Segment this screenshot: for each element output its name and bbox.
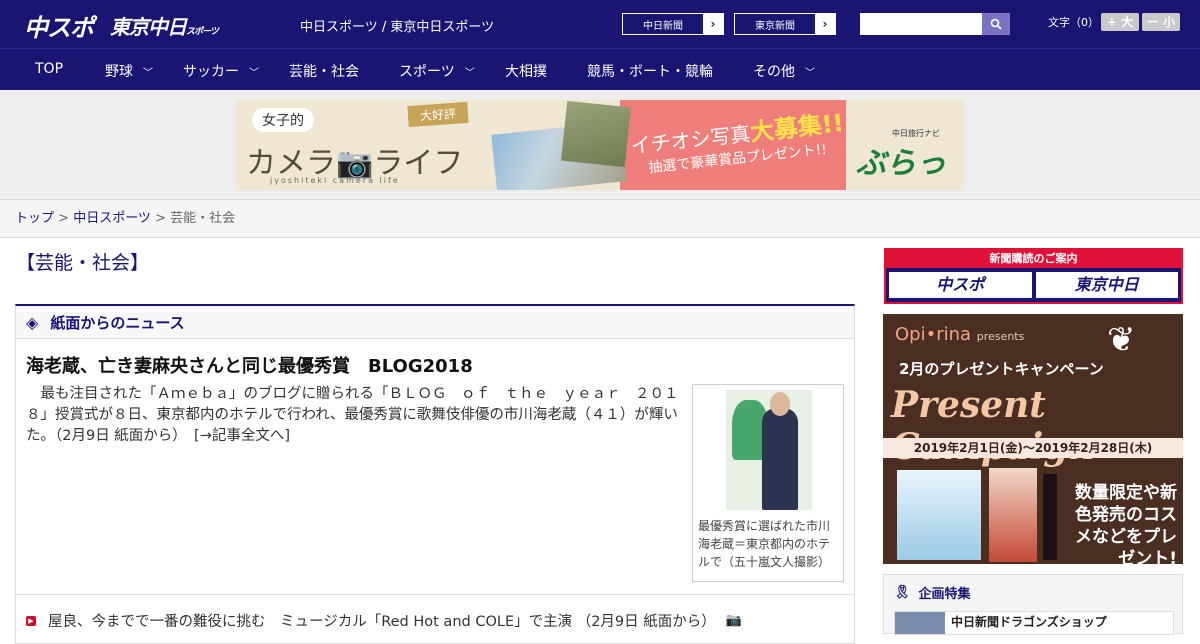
chunichi-shimbun-link[interactable]: 中日新聞 › <box>622 13 724 35</box>
nav-item-racing[interactable]: 競馬・ボート・競輪 <box>587 61 713 81</box>
news-box: ◈ 紙面からのニュース 海老蔵、亡き妻麻央さんと同じ最優秀賞 BLOG2018 … <box>15 304 855 644</box>
banner-brand-logo: ぶらっ人 <box>856 146 946 181</box>
nav-item-label: スポーツ <box>399 64 455 80</box>
subscribe-chunichi-sports-button[interactable]: 中スポ <box>889 272 1032 298</box>
page-title: 【芸能・社会】 <box>16 252 150 274</box>
breadcrumb-top-link[interactable]: トップ <box>15 211 54 226</box>
ad-campaign-line: 2月のプレゼントキャンペーン <box>899 360 1104 378</box>
site-name[interactable]: 中日スポーツ / 東京中日スポーツ <box>300 16 494 35</box>
ext-link-label: 東京新聞 <box>755 20 795 32</box>
site-header: 中スポ 東京中日スポーツ 中日スポーツ / 東京中日スポーツ 中日新聞 › 東京… <box>0 0 1200 48</box>
subscribe-tokyo-chunichi-button[interactable]: 東京中日 <box>1035 272 1178 298</box>
banner-area: 女子的 大好評 カメラ📷ライフ jyoshiteki camera life イ… <box>0 90 1200 200</box>
font-larger-button[interactable]: + 大 <box>1101 13 1139 31</box>
article-headline[interactable]: 海老蔵、亡き妻麻央さんと同じ最優秀賞 BLOG2018 <box>26 352 473 378</box>
nav-item-top[interactable]: TOP <box>35 61 63 77</box>
photo-person <box>762 408 798 510</box>
ad-product-image <box>1043 474 1057 560</box>
cupid-icon: ❦ <box>1107 320 1136 360</box>
search-input[interactable] <box>860 13 982 35</box>
divider <box>16 594 854 595</box>
search-button[interactable] <box>982 13 1010 35</box>
breadcrumb-separator: > <box>150 211 171 226</box>
banner-tag: 女子的 <box>252 108 314 132</box>
main-nav: TOP 野球 ﹀ サッカー ﹀ 芸能・社会 スポーツ ﹀ 大相撲 競馬・ボート・競輪 … <box>0 48 1200 90</box>
nav-item-soccer[interactable]: サッカー ﹀ <box>183 61 259 81</box>
feature-item[interactable]: 中日新聞ドラゴンズショップ <box>894 611 1174 635</box>
feature-header: 🎗 企画特集 <box>884 575 1182 610</box>
nav-item-label: その他 <box>753 64 795 80</box>
tokyo-chunichi-logo-text: 東京中日 <box>110 15 187 39</box>
nav-item-sumo[interactable]: 大相撲 <box>505 61 547 81</box>
ad-right-text: 数量限定や新色発売のコスメなどをプレゼント! <box>1075 483 1177 564</box>
breadcrumb-separator: > <box>54 211 74 226</box>
photo-person-head <box>770 392 790 416</box>
nav-item-label: 野球 <box>105 64 133 80</box>
photo-caption: 最優秀賞に選ばれた市川海老蔵＝東京都内のホテルで（五十嵐文人撮影） <box>698 519 831 569</box>
article-photo-box[interactable]: 最優秀賞に選ばれた市川海老蔵＝東京都内のホテルで（五十嵐文人撮影） <box>692 384 844 582</box>
chevron-down-icon: ﹀ <box>249 68 259 79</box>
sidebar-ad[interactable]: Opi•rina presents ❦ 2月のプレゼントキャンペーン Prese… <box>883 314 1183 564</box>
list-item-text: 屋良、今までで一番の難役に挑む ミュージカル「Red Hot and COLE」… <box>48 614 716 630</box>
feature-thumb <box>895 612 945 634</box>
article-summary[interactable]: 最も注目された「Ａｍｅｂａ」のブログに贈られる「ＢＬＯＧ ｏｆ ｔｈｅ ｙｅａｒ… <box>26 384 686 447</box>
article-photo <box>726 390 812 510</box>
newspaper-icon: ◈ <box>26 312 39 332</box>
bullet-icon: ▶ <box>26 615 36 626</box>
chevron-right-icon: › <box>703 14 723 34</box>
font-smaller-button[interactable]: ー 小 <box>1142 13 1180 31</box>
news-box-title: 紙面からのニュース <box>50 313 185 332</box>
subscribe-buttons: 中スポ 東京中日 <box>886 268 1181 302</box>
ribbon-icon: 🎗 <box>894 585 911 600</box>
breadcrumb-chunichi-link[interactable]: 中日スポーツ <box>73 211 151 226</box>
chevron-down-icon: ﹀ <box>464 68 475 79</box>
ad-campaign-dates: 2019年2月1日(金)～2019年2月28日(木) <box>883 438 1183 458</box>
nav-item-label: 競馬・ボート・競輪 <box>587 64 713 80</box>
ad-brand-suffix: presents <box>976 330 1025 343</box>
camera-icon: 📷 <box>725 613 742 628</box>
tokyo-chunichi-logo-suffix: スポーツ <box>186 27 219 37</box>
tokyo-chunichi-sports-logo[interactable]: 東京中日スポーツ <box>110 11 219 40</box>
nav-item-label: サッカー <box>183 64 239 80</box>
news-box-header: ◈ 紙面からのニュース <box>16 306 854 339</box>
banner-popular-tag: 大好評 <box>407 101 469 128</box>
ext-link-label: 中日新聞 <box>643 20 683 32</box>
feature-item-label: 中日新聞ドラゴンズショップ <box>951 615 1107 629</box>
breadcrumb: トップ > 中日スポーツ > 芸能・社会 <box>0 200 1200 238</box>
tokyo-shimbun-link[interactable]: 東京新聞 › <box>734 13 836 35</box>
chevron-right-icon: › <box>815 14 835 34</box>
nav-item-sports[interactable]: スポーツ ﹀ <box>399 61 475 81</box>
ad-product-image <box>897 470 981 560</box>
nav-item-baseball[interactable]: 野球 ﹀ <box>105 61 153 81</box>
chevron-down-icon: ﹀ <box>805 68 815 79</box>
nav-item-other[interactable]: その他 ﹀ <box>753 61 815 81</box>
nav-item-entertainment[interactable]: 芸能・社会 <box>289 61 359 81</box>
chunichi-sports-logo[interactable]: 中スポ <box>24 8 94 43</box>
ad-brand: Opi•rina presents <box>895 324 1024 345</box>
breadcrumb-current: 芸能・社会 <box>170 211 236 226</box>
font-size-label: 文字（0） <box>1048 16 1099 29</box>
nav-item-label: 大相撲 <box>505 64 547 80</box>
camera-life-banner[interactable]: 女子的 大好評 カメラ📷ライフ jyoshiteki camera life イ… <box>236 100 964 190</box>
feature-title: 企画特集 <box>918 587 971 602</box>
nav-item-label: 芸能・社会 <box>289 64 359 80</box>
subscribe-box: 新聞購読のご案内 中スポ 東京中日 <box>884 248 1183 304</box>
banner-photo <box>561 100 631 168</box>
ad-brand-name: Opi•rina <box>895 324 972 345</box>
list-item[interactable]: ▶ 屋良、今までで一番の難役に挑む ミュージカル「Red Hot and COL… <box>26 610 742 631</box>
subscribe-title: 新聞購読のご案内 <box>886 250 1181 268</box>
chevron-down-icon: ﹀ <box>143 68 153 79</box>
nav-item-label: TOP <box>35 61 64 77</box>
feature-box: 🎗 企画特集 中日新聞ドラゴンズショップ <box>883 574 1183 635</box>
ad-product-image <box>989 468 1037 562</box>
banner-subtitle: jyoshiteki camera life <box>270 176 400 185</box>
search-icon <box>990 18 1002 30</box>
